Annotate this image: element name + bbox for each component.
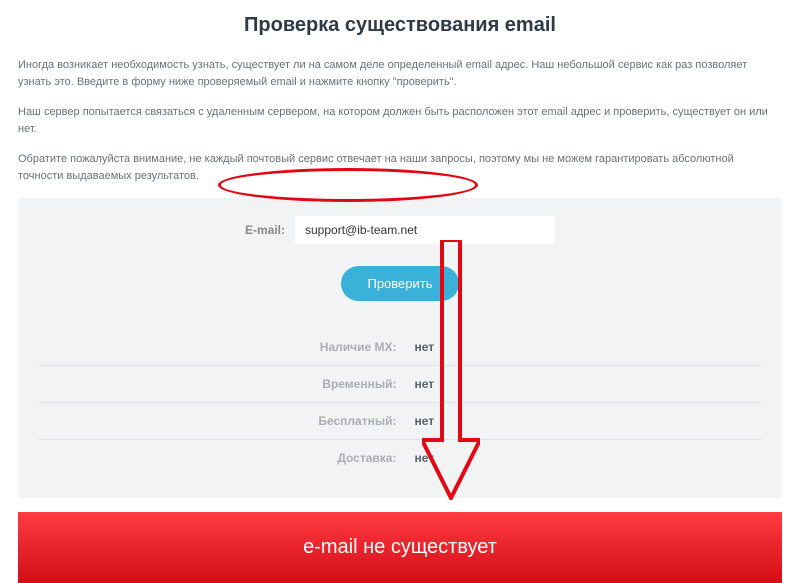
result-value: нет xyxy=(414,340,434,354)
result-value: нет xyxy=(414,414,434,428)
result-row: Наличие MX: нет xyxy=(38,329,762,366)
email-input[interactable] xyxy=(295,216,555,244)
check-button[interactable]: Проверить xyxy=(341,266,458,301)
results-table: Наличие MX: нет Временный: нет Бесплатны… xyxy=(38,329,762,476)
result-label: Наличие MX: xyxy=(38,340,414,354)
description-1: Иногда возникает необходимость узнать, с… xyxy=(18,57,782,90)
result-label: Временный: xyxy=(38,377,414,391)
result-label: Доставка: xyxy=(38,451,414,465)
page-title: Проверка существования email xyxy=(18,14,782,37)
email-row: E-mail: xyxy=(38,216,762,244)
result-value: нет xyxy=(414,451,434,465)
form-panel: E-mail: Проверить Наличие MX: нет Времен… xyxy=(18,198,782,498)
result-row: Временный: нет xyxy=(38,366,762,403)
email-label: E-mail: xyxy=(245,223,285,237)
description-2: Наш сервер попытается связаться с удален… xyxy=(18,104,782,137)
result-banner: e-mail не существует xyxy=(18,512,782,583)
result-row: Бесплатный: нет xyxy=(38,403,762,440)
description-3: Обратите пожалуйста внимание, не каждый … xyxy=(18,151,782,184)
result-value: нет xyxy=(414,377,434,391)
result-row: Доставка: нет xyxy=(38,440,762,476)
result-label: Бесплатный: xyxy=(38,414,414,428)
